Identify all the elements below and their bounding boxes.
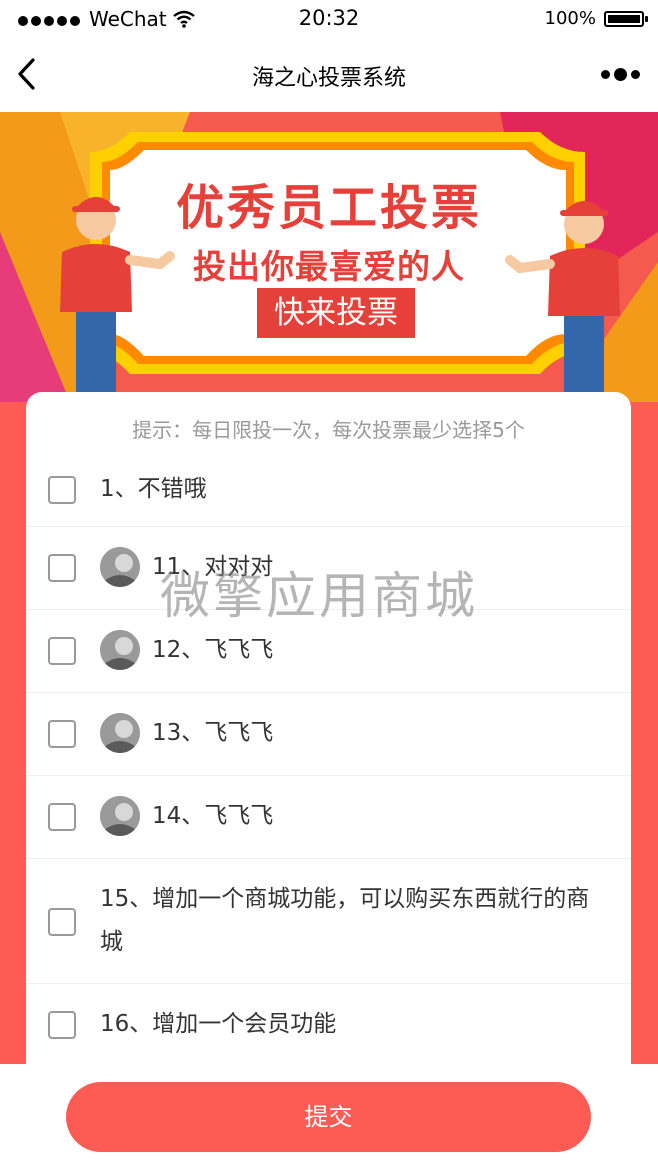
avatar (100, 547, 140, 587)
vote-checkbox[interactable] (48, 637, 76, 665)
vote-item-label: 15、增加一个商城功能，可以购买东西就行的商 (100, 886, 590, 912)
banner-vote-button: 快来投票 (274, 295, 398, 331)
avatar (100, 630, 140, 670)
vote-item-label: 13、飞飞飞 (152, 720, 274, 746)
vote-item[interactable]: 16、增加一个会员功能 (26, 983, 631, 1064)
page-title: 海之心投票系统 (251, 66, 406, 91)
vote-item-label: 1、不错哦 (100, 476, 207, 502)
avatar (100, 713, 140, 753)
battery-icon (604, 10, 648, 27)
battery-percent: 100% (544, 8, 596, 29)
vote-checkbox[interactable] (48, 1011, 76, 1039)
vote-card: 提示：每日限投一次，每次投票最少选择5个 1、不错哦 11、对对对 12、飞飞飞… (26, 392, 631, 1064)
vote-item-label: 12、飞飞飞 (152, 637, 274, 663)
vote-item-label: 14、飞飞飞 (152, 803, 274, 829)
vote-item-label: 16、增加一个会员功能 (100, 1011, 337, 1037)
vote-item[interactable]: 13、飞飞飞 (26, 692, 631, 776)
vote-checkbox[interactable] (48, 554, 76, 582)
avatar (100, 796, 140, 836)
vote-checkbox[interactable] (48, 908, 76, 936)
banner: 优秀员工投票 投出你最喜爱的人 快来投票 (0, 112, 658, 402)
vote-checkbox[interactable] (48, 476, 76, 504)
nav-bar: 海之心投票系统 (0, 38, 658, 112)
vote-item[interactable]: 14、飞飞飞 (26, 775, 631, 859)
banner-headline: 优秀员工投票 (175, 180, 482, 236)
bottom-bar: 提交 (0, 1064, 658, 1170)
vote-checkbox[interactable] (48, 803, 76, 831)
banner-subline: 投出你最喜爱的人 (193, 247, 465, 286)
vote-item[interactable]: 1、不错哦 (26, 454, 631, 527)
submit-button[interactable]: 提交 (66, 1082, 591, 1152)
vote-item-label: 城 (100, 929, 123, 955)
vote-tip: 提示：每日限投一次，每次投票最少选择5个 (132, 418, 525, 442)
status-battery-group: 100% (544, 8, 648, 29)
more-dots-icon[interactable] (601, 68, 640, 81)
vote-item[interactable]: 15、增加一个商城功能，可以购买东西就行的商 城 (26, 858, 631, 984)
status-bar: WeChat 20:32 100% (0, 0, 658, 38)
vote-checkbox[interactable] (48, 720, 76, 748)
watermark: 微擎应用商城 (160, 567, 478, 625)
